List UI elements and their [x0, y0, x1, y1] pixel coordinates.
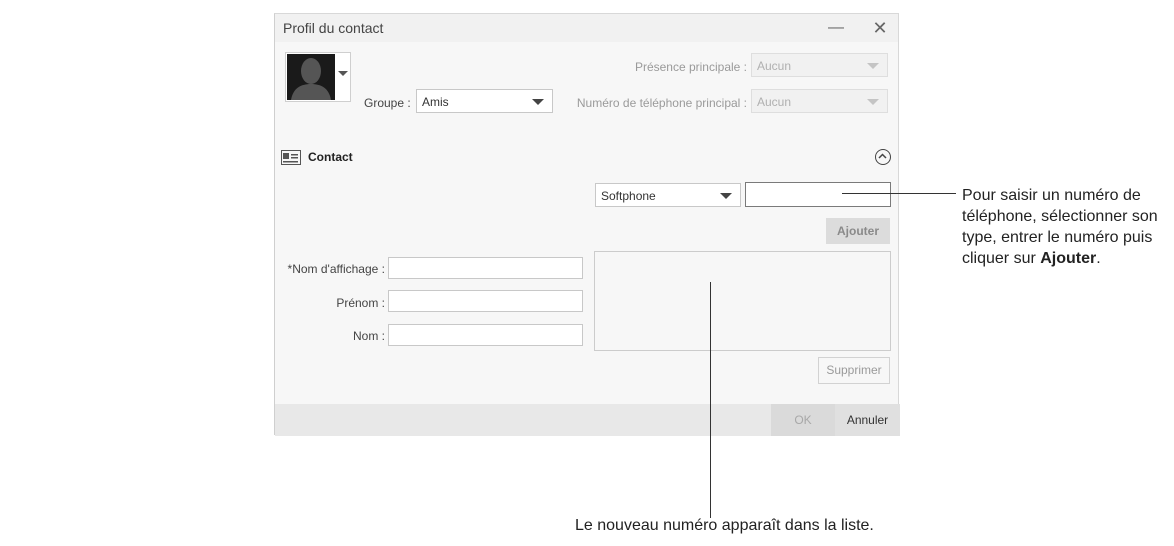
chevron-down-icon — [867, 63, 879, 69]
avatar-picker[interactable] — [285, 52, 351, 102]
callout-add-number: Pour saisir un numéro de téléphone, séle… — [962, 185, 1168, 269]
add-button[interactable]: Ajouter — [826, 218, 890, 244]
callout-line-right — [842, 193, 956, 194]
main-phone-value: Aucun — [757, 95, 792, 109]
phone-type-select[interactable]: Softphone — [595, 183, 741, 207]
main-phone-label: Numéro de téléphone principal : — [576, 96, 747, 110]
callout-add-number-bold: Ajouter — [1040, 250, 1097, 267]
display-name-input[interactable] — [388, 257, 583, 279]
callout-line-bottom — [710, 282, 711, 518]
first-name-input[interactable] — [388, 290, 583, 312]
delete-button[interactable]: Supprimer — [818, 357, 890, 384]
last-name-label: Nom : — [352, 329, 385, 343]
avatar-icon — [287, 54, 335, 100]
first-name-label: Prénom : — [336, 296, 385, 310]
ok-button[interactable]: OK — [771, 404, 835, 436]
phone-number-input[interactable] — [745, 182, 891, 207]
close-button[interactable]: ✕ — [867, 16, 893, 40]
cancel-button[interactable]: Annuler — [835, 404, 900, 436]
main-phone-select: Aucun — [751, 89, 888, 113]
chevron-down-icon[interactable] — [720, 193, 732, 199]
minimize-button[interactable]: — — [823, 16, 849, 40]
chevron-down-icon[interactable] — [338, 71, 348, 76]
section-title: Contact — [308, 150, 353, 164]
chevron-down-icon[interactable] — [532, 99, 544, 105]
chevron-down-icon — [867, 99, 879, 105]
presence-value: Aucun — [757, 59, 792, 73]
presence-select: Aucun — [751, 53, 888, 77]
phone-type-value: Softphone — [601, 189, 656, 203]
group-label: Groupe : — [364, 96, 411, 110]
callout-add-number-end: . — [1096, 250, 1101, 267]
display-name-label: *Nom d'affichage : — [287, 262, 385, 276]
phone-number-list[interactable] — [594, 251, 891, 351]
collapse-icon[interactable] — [875, 149, 891, 165]
contact-card-icon — [281, 150, 301, 165]
title-bar: Profil du contact — ✕ — [275, 14, 898, 42]
contact-profile-dialog: Profil du contact — ✕ Présence principal… — [274, 13, 900, 436]
group-select[interactable]: Amis — [416, 89, 553, 113]
group-value: Amis — [422, 95, 449, 109]
window-title: Profil du contact — [283, 20, 384, 36]
last-name-input[interactable] — [388, 324, 583, 346]
presence-label: Présence principale : — [634, 60, 747, 74]
dialog-footer: OK Annuler — [275, 404, 900, 436]
callout-new-number: Le nouveau numéro apparaît dans la liste… — [575, 517, 874, 534]
